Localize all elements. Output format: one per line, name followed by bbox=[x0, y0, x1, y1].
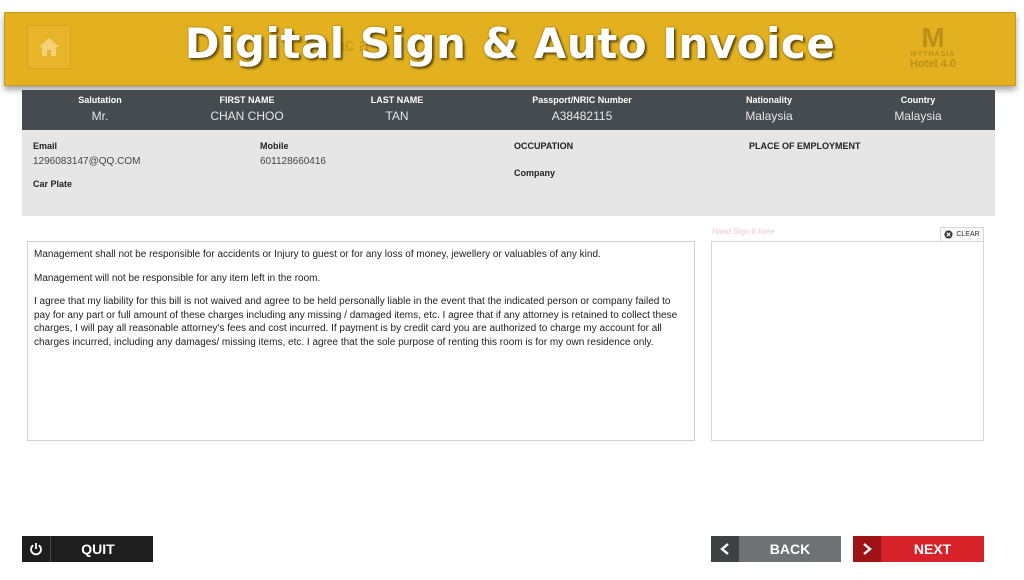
page-title: Digital Sign & Auto Invoice bbox=[184, 19, 836, 68]
next-label: NEXT bbox=[913, 541, 952, 557]
quit-label: QUIT bbox=[81, 541, 115, 557]
email-label: Email bbox=[33, 141, 58, 151]
next-button[interactable]: NEXT bbox=[853, 536, 984, 562]
guest-info-bar: Salutation Mr. FIRST NAME CHAN CHOO LAST… bbox=[22, 90, 995, 130]
signature-hint: Hand Sign It here bbox=[712, 227, 775, 236]
passport-field: Passport/NRIC Number A38482115 bbox=[522, 90, 642, 123]
guest-detail-panel: Email 1296083147@QQ.COM Mobile 601128660… bbox=[22, 130, 995, 216]
nationality-value: Malaysia bbox=[745, 109, 793, 123]
signature-pad[interactable] bbox=[711, 241, 984, 441]
clear-signature-button[interactable]: CLEAR bbox=[940, 227, 984, 241]
last-name-label: LAST NAME bbox=[370, 95, 424, 105]
car-plate-label: Car Plate bbox=[33, 179, 73, 189]
first-name-field: FIRST NAME CHAN CHOO bbox=[202, 90, 292, 123]
chevron-right-icon bbox=[853, 536, 881, 562]
first-name-value: CHAN CHOO bbox=[210, 109, 284, 123]
salutation-value: Mr. bbox=[91, 109, 109, 123]
back-label: BACK bbox=[769, 541, 811, 557]
occupation-label: OCCUPATION bbox=[514, 141, 574, 151]
logo-subtitle: Hotel 4.0 bbox=[910, 58, 956, 70]
mobile-label: Mobile bbox=[260, 141, 289, 151]
country-field: Country Malaysia bbox=[878, 90, 958, 123]
email-value: 1296083147@QQ.COM bbox=[33, 156, 141, 167]
clear-label: CLEAR bbox=[956, 231, 980, 238]
terms-paragraph: Management will not be responsible for a… bbox=[34, 272, 321, 284]
salutation-field: Salutation Mr. bbox=[70, 90, 130, 123]
logo-mark: M bbox=[921, 22, 945, 53]
last-name-value: TAN bbox=[385, 109, 409, 123]
country-value: Malaysia bbox=[894, 109, 942, 123]
passport-label: Passport/NRIC Number bbox=[532, 95, 632, 105]
salutation-label: Salutation bbox=[78, 95, 122, 105]
chevron-left-icon bbox=[711, 536, 739, 562]
country-label: Country bbox=[900, 95, 936, 105]
passport-value: A38482115 bbox=[551, 109, 613, 123]
company-label: Company bbox=[514, 168, 556, 178]
close-circle-icon bbox=[944, 230, 953, 239]
first-name-label: FIRST NAME bbox=[219, 95, 275, 105]
quit-button[interactable]: QUIT bbox=[22, 536, 153, 562]
back-button[interactable]: BACK bbox=[711, 536, 841, 562]
terms-paragraph: I agree that my liability for this bill … bbox=[34, 296, 678, 348]
nationality-field: Nationality Malaysia bbox=[729, 90, 809, 123]
nationality-label: Nationality bbox=[745, 95, 792, 105]
hotel-logo: M MYTHASIA Hotel 4.0 bbox=[903, 22, 963, 71]
header-banner: the ac a Digital Sign & Auto Invoice M M… bbox=[4, 12, 1016, 86]
employment-label: PLACE OF EMPLOYMENT bbox=[749, 141, 861, 151]
terms-text-box[interactable]: Management shall not be responsible for … bbox=[27, 241, 695, 441]
last-name-field: LAST NAME TAN bbox=[357, 90, 437, 123]
mobile-value: 601128660416 bbox=[260, 156, 326, 167]
logo-brand: MYTHASIA bbox=[910, 51, 956, 58]
terms-paragraph: Management shall not be responsible for … bbox=[34, 249, 601, 260]
